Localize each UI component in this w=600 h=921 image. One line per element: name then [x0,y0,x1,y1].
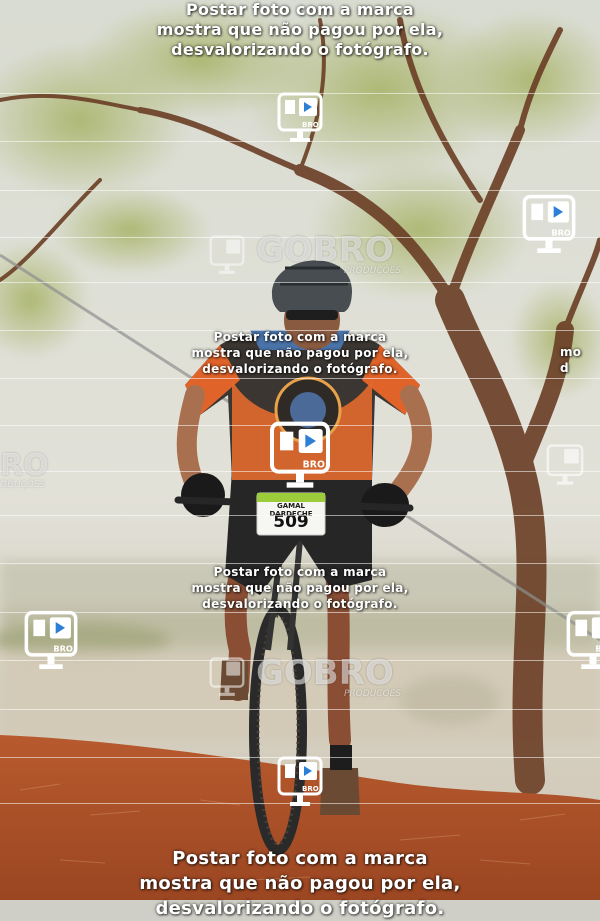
camera-logo-icon: BRO [566,610,600,669]
svg-text:BRO: BRO [53,643,73,653]
watermark-line: Postar foto com a marca [186,0,414,19]
watermark-line: mostra que não pagou por ela, [139,873,461,894]
watermark-line: desvalorizando o fotógrafo. [202,362,398,376]
camera-logo-icon [546,444,584,485]
svg-text:BRO: BRO [302,121,319,129]
watermark-message-lower: Postar foto com a marca mostra que não p… [150,564,450,612]
svg-text:BRO: BRO [551,227,571,237]
svg-text:BRO: BRO [595,643,600,653]
watermark-message-top: Postar foto com a marca mostra que não p… [0,0,600,60]
watermark-line: mostra que não pagou por ela, [191,346,409,360]
watermark-line: d [560,361,569,375]
camera-logo-icon: BRO [24,610,78,669]
watermark-line: mostra que não pagou por ela, [191,581,409,595]
brand-watermark-upper: GOBRO PRODUÇÕES [256,230,402,276]
watermark-line: Postar foto com a marca [213,565,387,579]
svg-text:BRO: BRO [303,460,325,471]
watermark-message-bottom: Postar foto com a marca mostra que não p… [0,846,600,921]
svg-text:BRO: BRO [302,785,319,793]
camera-logo-icon: BRO [522,194,576,253]
brand-watermark-lower: GOBRO PRODUÇÕES [256,653,402,699]
camera-logo-icon: BRO [277,92,323,142]
watermark-line: Postar foto com a marca [213,330,387,344]
camera-logo-icon: BRO [270,421,330,488]
camera-logo-icon [209,657,245,696]
watermark-line: desvalorizando o fotógrafo. [202,597,398,611]
watermark-message-edge: mo d [560,344,600,376]
watermark-line: desvalorizando o fotógrafo. [171,40,429,59]
camera-logo-icon [209,235,245,274]
watermark-message-middle: Postar foto com a marca mostra que não p… [150,329,450,377]
camera-logo-icon: BRO [277,756,323,806]
watermark-line: Postar foto com a marca [172,848,428,869]
watermark-line: mo [560,345,582,359]
watermark-line: mostra que não pagou por ela, [156,20,444,39]
brand-watermark-left-edge: RO ODUÇÕES [0,448,49,490]
